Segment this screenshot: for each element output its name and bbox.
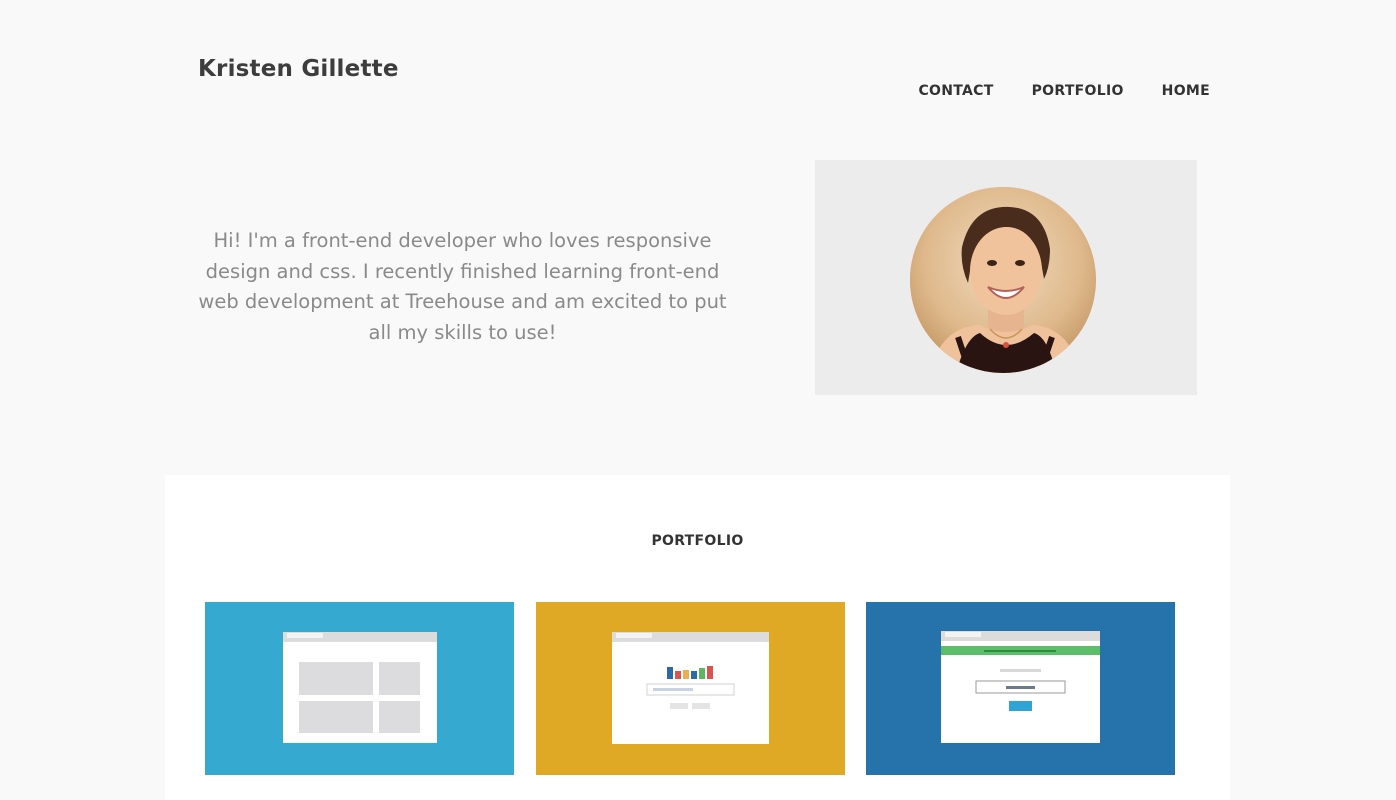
portfolio-heading: PORTFOLIO [651, 533, 744, 549]
site-title: Kristen Gillette [198, 56, 399, 82]
signup-form-screenshot-icon [941, 631, 1100, 743]
portfolio-tile-2[interactable] [536, 602, 845, 775]
photo-frame [815, 160, 1197, 395]
nav-portfolio-link[interactable]: PORTFOLIO [1032, 83, 1124, 99]
bar-chart-search-screenshot-icon [612, 632, 769, 744]
intro-text: Hi! I'm a front-end developer who loves … [198, 229, 727, 344]
nav-contact-link[interactable]: CONTACT [918, 83, 993, 99]
main-nav: CONTACT PORTFOLIO HOME [918, 83, 1210, 99]
portfolio-tile-3[interactable] [866, 602, 1175, 775]
portfolio-tile-1[interactable] [205, 602, 514, 775]
layout-grid-screenshot-icon [283, 632, 437, 743]
portfolio-section: PORTFOLIO [165, 475, 1230, 800]
profile-photo [910, 187, 1096, 373]
nav-home-link[interactable]: HOME [1162, 83, 1210, 99]
